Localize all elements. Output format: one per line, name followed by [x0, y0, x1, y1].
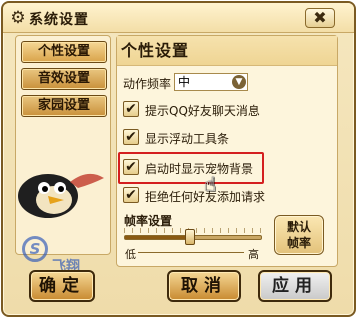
slider-arrow-line — [138, 252, 244, 253]
cancel-button[interactable]: 取消 — [167, 270, 241, 302]
frame-rate-label: 动作频率 — [123, 77, 172, 91]
window-title: 系统设置 — [29, 12, 89, 28]
sidebar-item-personal[interactable]: 个性设置 — [21, 41, 107, 63]
watermark-logo-icon: S — [22, 236, 48, 262]
sidebar: 个性设置 音效设置 家园设置 — [15, 35, 111, 255]
sidebar-item-home[interactable]: 家园设置 — [21, 95, 107, 117]
option-label: 提示QQ好友聊天消息 — [145, 104, 260, 118]
title-bar[interactable]: ⚙ 系统设置 ✖ — [3, 3, 354, 33]
option-reject-friends[interactable]: ✔ 拒绝任何好友添加请求 — [123, 186, 333, 206]
close-button[interactable]: ✖ — [305, 8, 335, 28]
gear-icon: ⚙ — [10, 8, 26, 28]
frame-rate-select[interactable]: 中 ▼ — [174, 73, 248, 91]
slider-high-label: 高 — [248, 248, 259, 261]
panel-title: 个性设置 — [117, 36, 337, 66]
option-floating-toolbar[interactable]: ✔ 显示浮动工具条 — [123, 128, 333, 148]
sidebar-item-label: 家园设置 — [37, 98, 90, 113]
sidebar-item-sound[interactable]: 音效设置 — [21, 68, 107, 90]
checkbox[interactable]: ✔ — [123, 101, 139, 117]
highlight-box — [118, 152, 264, 184]
checkbox[interactable]: ✔ — [123, 187, 139, 203]
default-button-line1: 默认 — [286, 220, 311, 234]
mascot-image — [18, 173, 104, 218]
default-button-line2: 帧率 — [286, 236, 311, 250]
slider-title: 帧率设置 — [124, 214, 173, 228]
ok-button[interactable]: 确定 — [29, 270, 95, 302]
frame-rate-value: 中 — [178, 75, 191, 89]
apply-button-label: 应用 — [272, 276, 318, 296]
ok-button-label: 确定 — [39, 276, 85, 296]
sidebar-item-label: 音效设置 — [37, 71, 90, 86]
close-icon[interactable]: ✖ — [313, 8, 326, 27]
slider-thumb[interactable] — [185, 229, 196, 245]
chevron-down-icon[interactable]: ▼ — [232, 75, 246, 89]
hand-cursor-icon: ☝ — [204, 172, 217, 196]
apply-button[interactable]: 应用 — [258, 270, 332, 302]
option-chat-notify[interactable]: ✔ 提示QQ好友聊天消息 — [123, 100, 333, 120]
checkbox[interactable]: ✔ — [123, 129, 139, 145]
default-frame-rate-button[interactable]: 默认 帧率 — [274, 215, 324, 255]
cancel-button-label: 取消 — [181, 276, 227, 296]
sidebar-item-label: 个性设置 — [37, 44, 90, 59]
option-label: 显示浮动工具条 — [145, 132, 230, 146]
